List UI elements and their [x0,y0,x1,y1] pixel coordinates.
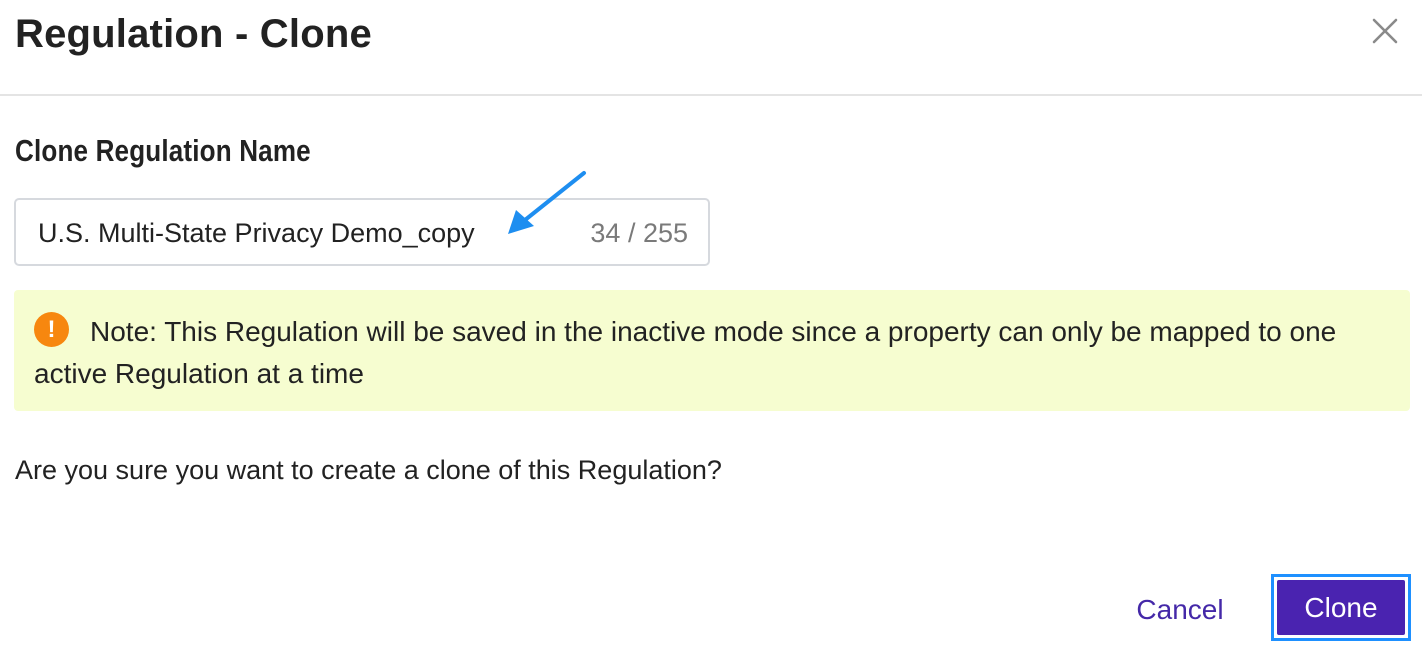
close-icon [1372,18,1398,44]
clone-button[interactable]: Clone [1271,574,1411,641]
dialog-header: Regulation - Clone [0,0,1422,96]
close-button[interactable] [1368,14,1402,48]
clone-name-value[interactable]: U.S. Multi-State Privacy Demo_copy [38,218,475,249]
annotation-arrow-icon [508,171,586,234]
clone-button-label[interactable]: Clone [1277,580,1405,635]
clone-regulation-dialog: Regulation - Clone Clone Regulation Name… [0,0,1422,648]
confirmation-question: Are you sure you want to create a clone … [15,455,722,485]
inactive-mode-note: ! Note: This Regulation will be saved in… [14,290,1410,411]
note-text: Note: This Regulation will be saved in t… [34,316,1337,389]
dialog-title: Regulation - Clone [15,12,372,56]
cancel-button[interactable]: Cancel [1118,582,1242,636]
clone-name-input[interactable]: U.S. Multi-State Privacy Demo_copy 34 / … [14,198,710,266]
character-counter: 34 / 255 [590,218,688,248]
clone-name-label: Clone Regulation Name [15,133,311,168]
